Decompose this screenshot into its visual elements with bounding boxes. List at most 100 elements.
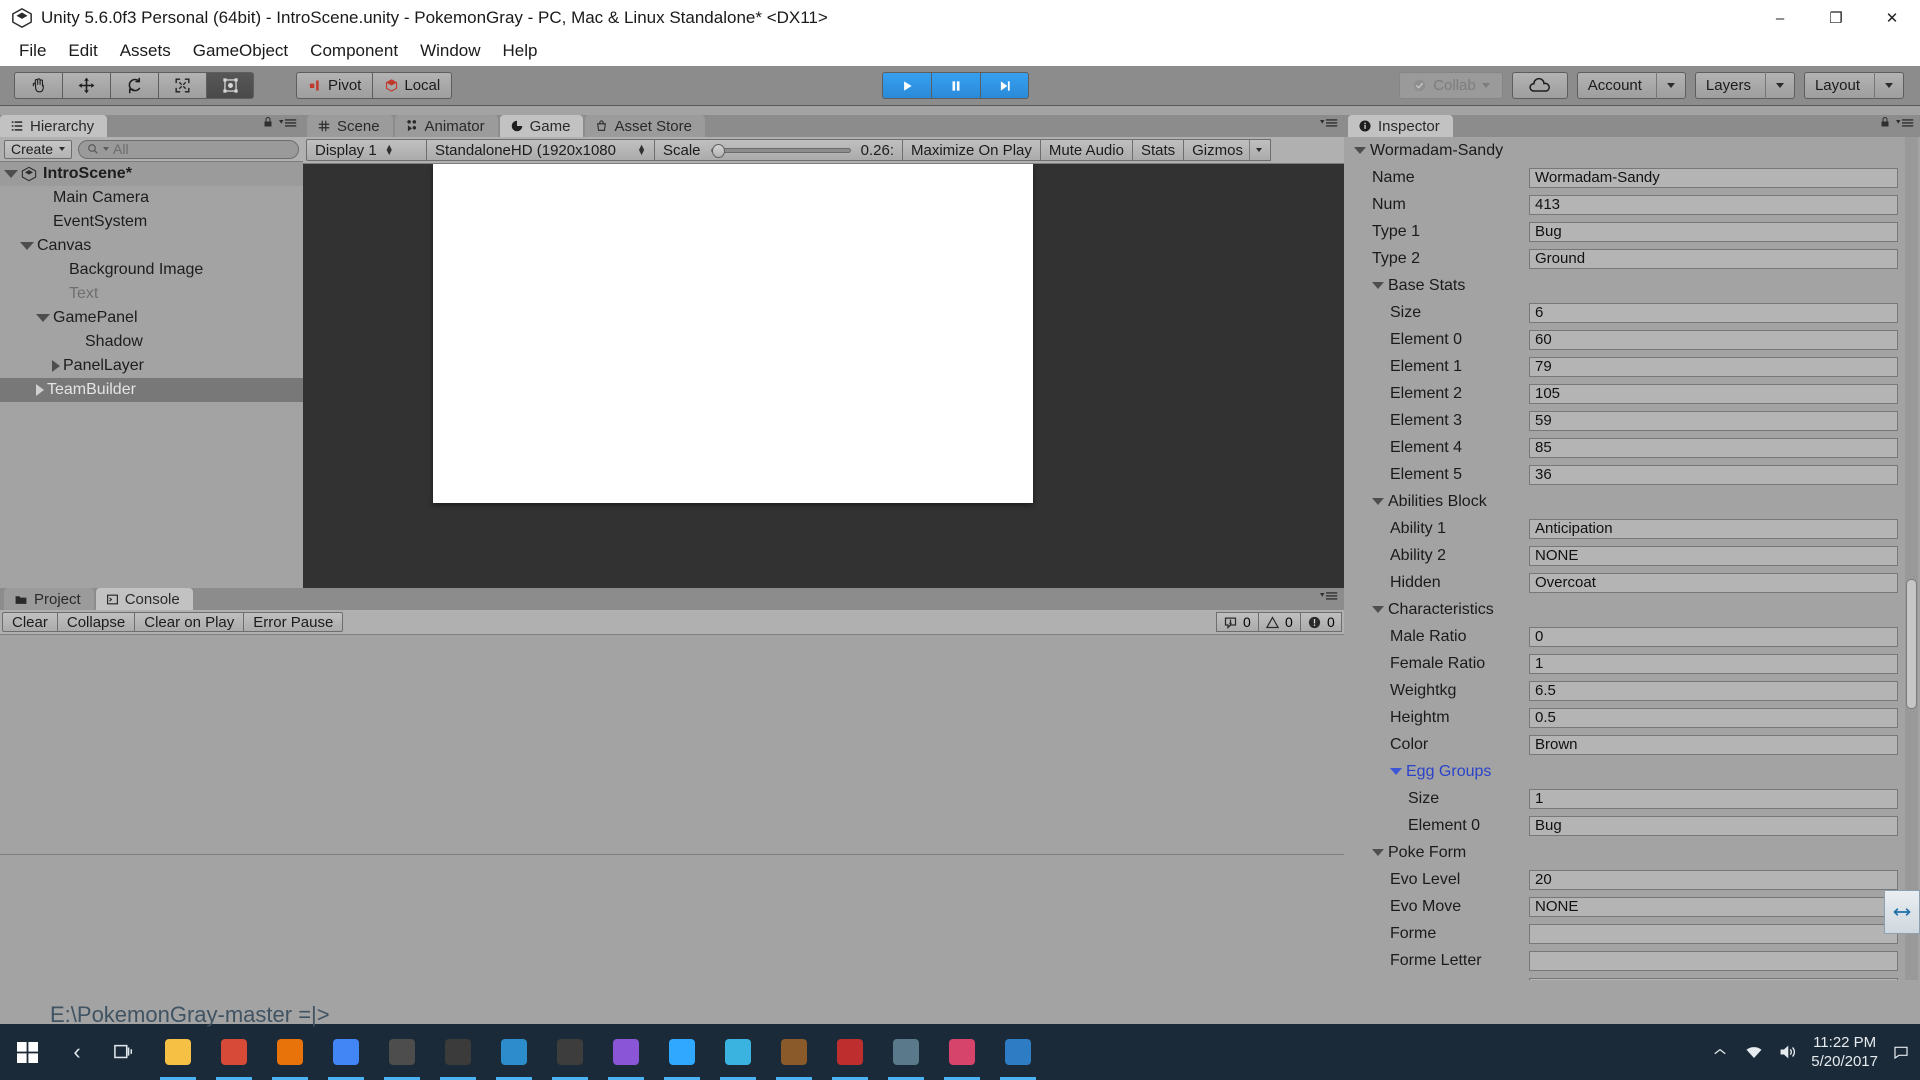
inspector-field-ability-2[interactable]: NONE xyxy=(1529,545,1898,566)
foldout-open-icon[interactable] xyxy=(20,242,34,250)
taskbar-visual-studio-icon[interactable] xyxy=(598,1024,654,1080)
panel-menu-icon[interactable] xyxy=(279,116,297,134)
hierarchy-item-main-camera[interactable]: Main Camera xyxy=(0,186,303,210)
inspector-row-base-stats[interactable]: Base Stats xyxy=(1344,272,1920,299)
inspector-field-type-2[interactable]: Ground xyxy=(1529,248,1898,269)
foldout-open-icon[interactable] xyxy=(1372,282,1384,289)
collapse-button[interactable]: Collapse xyxy=(56,612,135,632)
hierarchy-list[interactable]: IntroScene* Main Camera EventSystem Canvas B… xyxy=(0,162,303,588)
taskbar-clock[interactable]: 11:22 PM 5/20/2017 xyxy=(1811,1033,1878,1071)
inspector-field-heightm[interactable]: 0.5 xyxy=(1529,707,1898,728)
start-button[interactable] xyxy=(0,1024,56,1080)
inspector-row-egg-groups[interactable]: Egg Groups xyxy=(1344,758,1920,785)
taskbar-remote-desktop-icon[interactable] xyxy=(878,1024,934,1080)
scale-slider-group[interactable]: Scale 0.26: xyxy=(654,139,902,161)
inspector-field-color[interactable]: Brown xyxy=(1529,734,1898,755)
inspector-field-type-1[interactable]: Bug xyxy=(1529,221,1898,242)
taskbar-photoshop-icon[interactable] xyxy=(654,1024,710,1080)
foldout-open-icon[interactable] xyxy=(1390,768,1402,775)
inspector-field-name[interactable]: Wormadam-Sandy xyxy=(1529,167,1898,188)
inspector-row-color[interactable]: Color Brown xyxy=(1344,731,1920,758)
hand-tool-button[interactable] xyxy=(14,72,62,99)
gizmos-dropdown[interactable]: Gizmos xyxy=(1183,139,1271,161)
inspector-row-heightm[interactable]: Heightm 0.5 xyxy=(1344,704,1920,731)
tab-animator[interactable]: Animator xyxy=(394,115,498,137)
panel-menu-icon[interactable] xyxy=(1320,589,1338,607)
chevron-down-icon[interactable] xyxy=(1255,148,1262,152)
inspector-row-element-2[interactable]: Element 2 105 xyxy=(1344,380,1920,407)
menu-item-file[interactable]: File xyxy=(8,39,57,63)
taskbar-chrome-icon[interactable] xyxy=(318,1024,374,1080)
console-splitter[interactable] xyxy=(0,854,1344,855)
stats-toggle[interactable]: Stats xyxy=(1131,139,1184,161)
tab-project[interactable]: Project xyxy=(4,588,94,610)
hierarchy-item-canvas[interactable]: Canvas xyxy=(0,234,303,258)
local-button[interactable]: Local xyxy=(372,72,453,99)
layout-dropdown[interactable]: Layout xyxy=(1803,72,1904,99)
inspector-field-element-1[interactable]: 79 xyxy=(1529,356,1898,377)
warning-count[interactable]: 0 xyxy=(1258,612,1300,632)
inspector-field-forme[interactable] xyxy=(1529,923,1898,944)
panel-menu-icon[interactable] xyxy=(1896,116,1914,134)
inspector-row-base-forme[interactable]: Base Forme xyxy=(1344,974,1920,980)
hierarchy-item-eventsystem[interactable]: EventSystem xyxy=(0,210,303,234)
cloud-button[interactable] xyxy=(1511,72,1568,99)
menu-item-window[interactable]: Window xyxy=(409,39,491,63)
foldout-open-icon[interactable] xyxy=(1372,606,1384,613)
inspector-scrollbar[interactable] xyxy=(1905,137,1918,980)
task-view-button[interactable] xyxy=(98,1024,150,1080)
taskbar-filezilla-icon[interactable] xyxy=(822,1024,878,1080)
inspector-field-weightkg[interactable]: 6.5 xyxy=(1529,680,1898,701)
inspector-field-element-2[interactable]: 105 xyxy=(1529,383,1898,404)
inspector-row-element-1[interactable]: Element 1 79 xyxy=(1344,353,1920,380)
game-render-surface[interactable] xyxy=(433,164,1033,503)
lock-icon[interactable] xyxy=(262,115,274,134)
taskbar-vs-code-insiders-icon[interactable] xyxy=(486,1024,542,1080)
error-pause-button[interactable]: Error Pause xyxy=(243,612,344,632)
hierarchy-search-input[interactable]: All xyxy=(78,139,299,159)
inspector-field-evo-move[interactable]: NONE xyxy=(1529,896,1898,917)
inspector-field-hidden[interactable]: Overcoat xyxy=(1529,572,1898,593)
scale-slider[interactable] xyxy=(710,143,851,158)
minimize-button[interactable]: – xyxy=(1752,0,1808,36)
foldout-open-icon[interactable] xyxy=(1354,147,1366,154)
move-tool-button[interactable] xyxy=(62,72,110,99)
inspector-field-size[interactable]: 1 xyxy=(1529,788,1898,809)
mute-audio-toggle[interactable]: Mute Audio xyxy=(1039,139,1132,161)
inspector-field-forme-letter[interactable] xyxy=(1529,950,1898,971)
inspector-row-element-4[interactable]: Element 4 85 xyxy=(1344,434,1920,461)
show-hidden-icons-icon[interactable] xyxy=(1709,1034,1731,1070)
tab-console[interactable]: Console xyxy=(95,588,193,610)
account-dropdown[interactable]: Account xyxy=(1576,72,1686,99)
game-view[interactable] xyxy=(303,164,1344,588)
inspector-row-element-0[interactable]: Element 0 Bug xyxy=(1344,812,1920,839)
volume-icon[interactable] xyxy=(1777,1034,1799,1070)
rotate-tool-button[interactable] xyxy=(110,72,158,99)
menu-item-edit[interactable]: Edit xyxy=(57,39,108,63)
inspector-row-hidden[interactable]: Hidden Overcoat xyxy=(1344,569,1920,596)
inspector-row-element-5[interactable]: Element 5 36 xyxy=(1344,461,1920,488)
maximize-button[interactable]: ❐ xyxy=(1808,0,1864,36)
foldout-open-icon[interactable] xyxy=(36,314,50,322)
pivot-button[interactable]: Pivot xyxy=(296,72,373,99)
hierarchy-item-shadow[interactable]: Shadow xyxy=(0,330,303,354)
taskbar-music-player-icon[interactable] xyxy=(934,1024,990,1080)
info-count[interactable]: 0 xyxy=(1216,612,1258,632)
tab-hierarchy[interactable]: Hierarchy xyxy=(0,115,108,137)
lock-icon[interactable] xyxy=(1879,115,1891,134)
taskbar-github-desktop-icon[interactable] xyxy=(542,1024,598,1080)
inspector-row-name[interactable]: Name Wormadam-Sandy xyxy=(1344,164,1920,191)
inspector-row-evo-level[interactable]: Evo Level 20 xyxy=(1344,866,1920,893)
scale-slider-knob[interactable] xyxy=(711,143,725,158)
inspector-field-element-5[interactable]: 36 xyxy=(1529,464,1898,485)
inspector-row-num[interactable]: Num 413 xyxy=(1344,191,1920,218)
inspector-row-element-0[interactable]: Element 0 60 xyxy=(1344,326,1920,353)
tab-inspector[interactable]: Inspector xyxy=(1348,115,1453,137)
inspector-field-element-0[interactable]: Bug xyxy=(1529,815,1898,836)
inspector-row-poke-form[interactable]: Poke Form xyxy=(1344,839,1920,866)
pause-button[interactable] xyxy=(931,72,980,99)
inspector-row-forme[interactable]: Forme xyxy=(1344,920,1920,947)
inspector-content[interactable]: Wormadam-Sandy Name Wormadam-Sandy Num 413 Ty… xyxy=(1344,137,1920,980)
taskbar-unity-hub-icon[interactable] xyxy=(262,1024,318,1080)
rect-tool-button[interactable] xyxy=(206,72,254,99)
